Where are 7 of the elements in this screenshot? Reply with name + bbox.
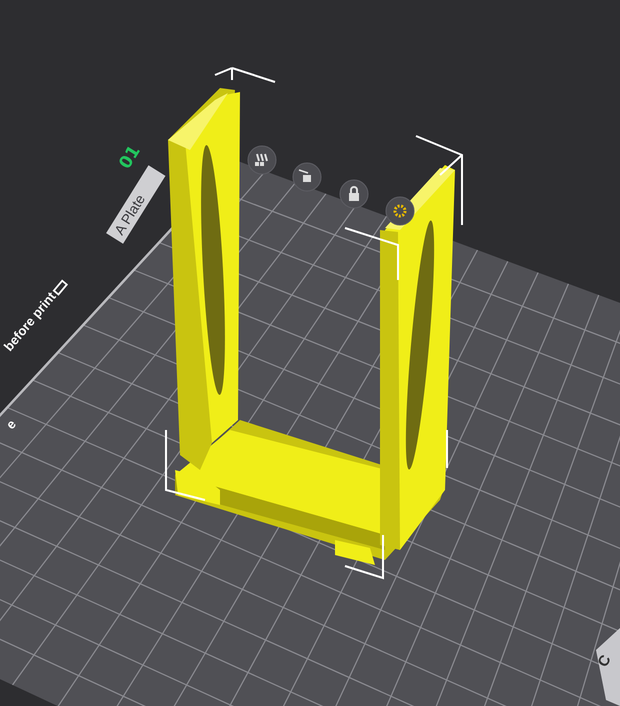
plate-number: 01 — [115, 142, 145, 173]
gear-icon[interactable] — [386, 196, 414, 226]
layers-icon[interactable] — [248, 146, 276, 174]
model-foot — [335, 540, 375, 565]
lock-icon[interactable] — [340, 180, 368, 208]
tab-label: C — [594, 652, 615, 670]
side-label: e — [2, 416, 19, 432]
